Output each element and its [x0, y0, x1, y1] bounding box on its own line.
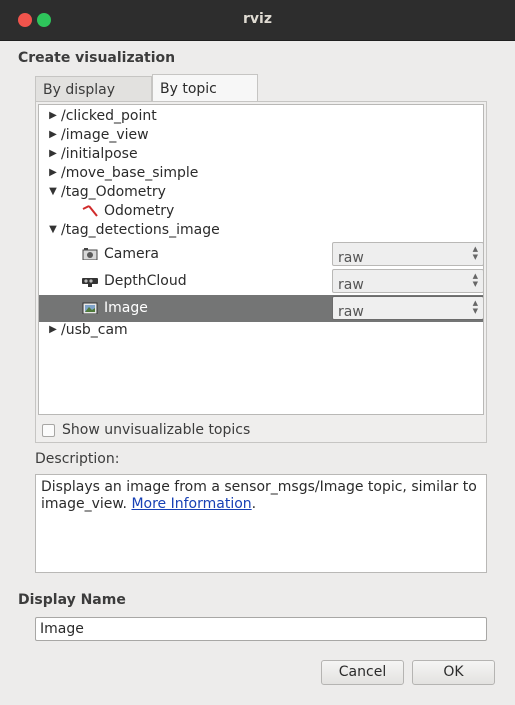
transport-select[interactable]: raw ▲ ▼ — [332, 296, 483, 320]
display-name-input[interactable] — [35, 617, 487, 641]
show-unvisualizable-label[interactable]: Show unvisualizable topics — [62, 422, 250, 438]
tab-by-display-type[interactable]: By display type — [35, 76, 152, 124]
tab-by-topic[interactable]: By topic — [152, 74, 258, 102]
tree-row-usb-cam[interactable]: ▶ /usb_cam — [39, 319, 483, 341]
topic-label: /tag_detections_image — [61, 222, 220, 238]
description-label: Description: — [35, 451, 120, 467]
description-suffix: . — [251, 496, 257, 512]
odometry-icon — [82, 205, 98, 217]
camera-icon — [82, 248, 98, 260]
description-box: Displays an image from a sensor_msgs/Ima… — [35, 474, 487, 573]
more-information-link[interactable]: More Information — [131, 496, 251, 512]
display-label: Image — [104, 300, 148, 316]
display-label: DepthCloud — [104, 273, 187, 289]
tree-row-camera-display[interactable]: Camera raw ▲ ▼ — [39, 241, 483, 268]
spin-arrows-icon: ▲ ▼ — [472, 245, 478, 261]
create-visualization-dialog: rviz Create visualization By display typ… — [0, 0, 515, 705]
tree-row-tag-detections-image[interactable]: ▼ /tag_detections_image — [39, 219, 483, 241]
ok-button[interactable]: OK — [412, 660, 495, 685]
expand-arrow-icon[interactable]: ▶ — [47, 319, 59, 341]
spin-arrows-icon: ▲ ▼ — [472, 299, 478, 315]
topic-tree[interactable]: ▶ /clicked_point ▶ /image_view ▶ /initia… — [38, 104, 484, 415]
transport-select[interactable]: raw ▲ ▼ — [332, 269, 483, 293]
ok-button-label: OK — [443, 664, 464, 680]
image-icon — [82, 302, 98, 314]
title-bar: rviz — [0, 0, 515, 41]
description-text: Displays an image from a sensor_msgs/Ima… — [41, 479, 477, 512]
topic-label: /usb_cam — [61, 322, 128, 338]
collapse-arrow-icon[interactable]: ▼ — [47, 219, 59, 241]
create-visualization-heading: Create visualization — [18, 50, 176, 66]
spin-arrows-icon: ▲ ▼ — [472, 272, 478, 288]
cancel-button-label: Cancel — [338, 664, 387, 680]
display-label: Camera — [104, 246, 159, 262]
tree-row-depthcloud-display[interactable]: DepthCloud raw ▲ ▼ — [39, 268, 483, 295]
display-name-heading: Display Name — [18, 592, 126, 608]
tree-row-image-display[interactable]: Image raw ▲ ▼ — [39, 295, 483, 322]
transport-select[interactable]: raw ▲ ▼ — [332, 242, 483, 266]
by-topic-panel: ▶ /clicked_point ▶ /image_view ▶ /initia… — [35, 101, 487, 443]
show-unvisualizable-checkbox[interactable] — [42, 424, 55, 437]
window-title: rviz — [243, 11, 272, 27]
depthcloud-icon — [82, 278, 98, 287]
cancel-button[interactable]: Cancel — [321, 660, 404, 685]
